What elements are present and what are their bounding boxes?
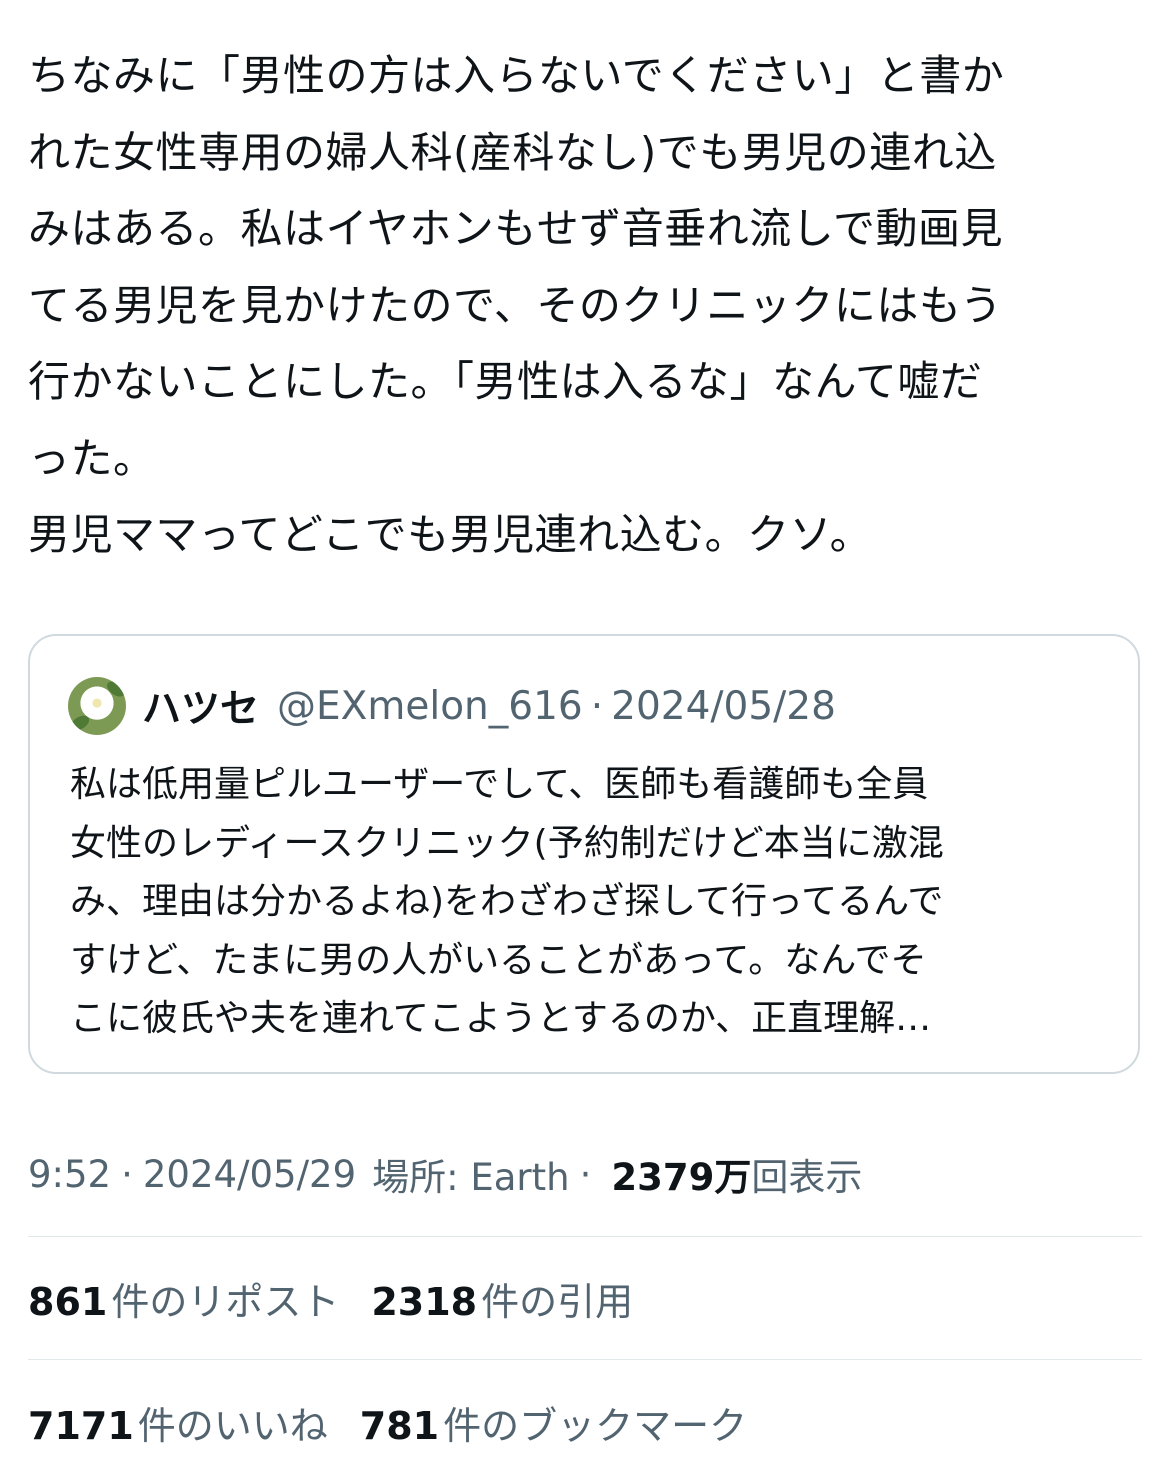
- likes-label: 件のいいね: [137, 1403, 328, 1448]
- likes-stat[interactable]: 7171 件のいいね: [28, 1395, 328, 1450]
- meta-separator: ·: [579, 1152, 592, 1196]
- reposts-stat[interactable]: 861 件のリポスト: [28, 1271, 339, 1326]
- quoted-author-name[interactable]: ハツセ: [142, 678, 259, 734]
- tweet-text-line: てる男児を見かけたので、そのクリニックにはもう: [28, 280, 1003, 330]
- quotes-label: 件の引用: [481, 1279, 634, 1324]
- tweet-text-line: ちなみに「男性の方は入らないでください」と書か: [28, 51, 1005, 100]
- views-count: 2379万: [611, 1156, 752, 1199]
- leaf-shape: [104, 678, 126, 700]
- reposts-count: 861: [28, 1279, 108, 1324]
- tweet-text-line: った。: [28, 433, 156, 483]
- leaf-shape: [68, 712, 92, 734]
- bookmarks-count: 781: [359, 1403, 440, 1448]
- tweet-text-line: みはある。私はイヤホンもせず音垂れ流しで動画見: [28, 204, 1003, 253]
- engagement-row-1: 861 件のリポスト 2318 件の引用: [28, 1268, 665, 1328]
- views-label: 回表示: [751, 1156, 863, 1199]
- tweet-time[interactable]: 9:52: [28, 1153, 111, 1196]
- reposts-label: 件のリポスト: [111, 1279, 340, 1324]
- divider: [28, 1359, 1142, 1360]
- header-separator: ·: [590, 683, 604, 729]
- tweet-text-line: 行かないことにした。「男性は入るな」なんて嘘だ: [28, 357, 983, 406]
- quoted-text-line: こに彼氏や夫を連れてこようとするのか、正直理解…: [70, 998, 932, 1039]
- bookmarks-stat[interactable]: 781 件のブックマーク: [360, 1395, 747, 1450]
- quoted-tweet-header: ハツセ @EXmelon_616 · 2024/05/28: [68, 676, 836, 736]
- quotes-stat[interactable]: 2318 件の引用: [371, 1271, 633, 1326]
- quoted-text-line: すけど、たまに男の人がいることがあって。なんでそ: [70, 939, 927, 981]
- tweet-text-line: 男児ママってどこでも男児連れ込む。クソ。: [28, 510, 873, 559]
- engagement-row-2: 7171 件のいいね 781 件のブックマーク: [28, 1392, 779, 1452]
- quoted-text-line: 女性のレディースクリニック(予約制だけど本当に激混: [70, 822, 944, 864]
- quoted-text-line: み、理由は分かるよね)をわざわざ探して行ってるんで: [70, 881, 944, 922]
- tweet-metadata: 9:52 · 2024/05/29 場所: Earth · 2379万 回表示: [28, 1146, 862, 1202]
- tweet-text-line: れた女性専用の婦人科(産科なし)でも男児の連れ込: [28, 127, 997, 177]
- quoted-author-handle[interactable]: @EXmelon_616: [277, 684, 583, 729]
- tweet-date[interactable]: 2024/05/29: [143, 1153, 356, 1196]
- meta-separator: ·: [121, 1152, 133, 1196]
- quoted-tweet-date[interactable]: 2024/05/28: [611, 684, 836, 729]
- tweet-location: 場所: Earth: [372, 1156, 570, 1199]
- bookmarks-label: 件のブックマーク: [443, 1403, 748, 1448]
- tweet-text: ちなみに「男性の方は入らないでください」と書か れた女性専用の婦人科(産科なし)…: [28, 38, 1140, 574]
- quotes-count: 2318: [371, 1279, 478, 1324]
- quoted-text-line: 私は低用量ピルユーザーでして、医師も看護師も全員: [70, 764, 929, 805]
- quoted-tweet-card[interactable]: ハツセ @EXmelon_616 · 2024/05/28 私は低用量ピルユーザ…: [28, 634, 1140, 1074]
- divider: [28, 1236, 1142, 1237]
- likes-count: 7171: [28, 1403, 134, 1448]
- quoted-tweet-text: 私は低用量ピルユーザーでして、医師も看護師も全員 女性のレディースクリニック(予…: [70, 756, 1110, 1049]
- white-flower-avatar-icon[interactable]: [68, 677, 126, 735]
